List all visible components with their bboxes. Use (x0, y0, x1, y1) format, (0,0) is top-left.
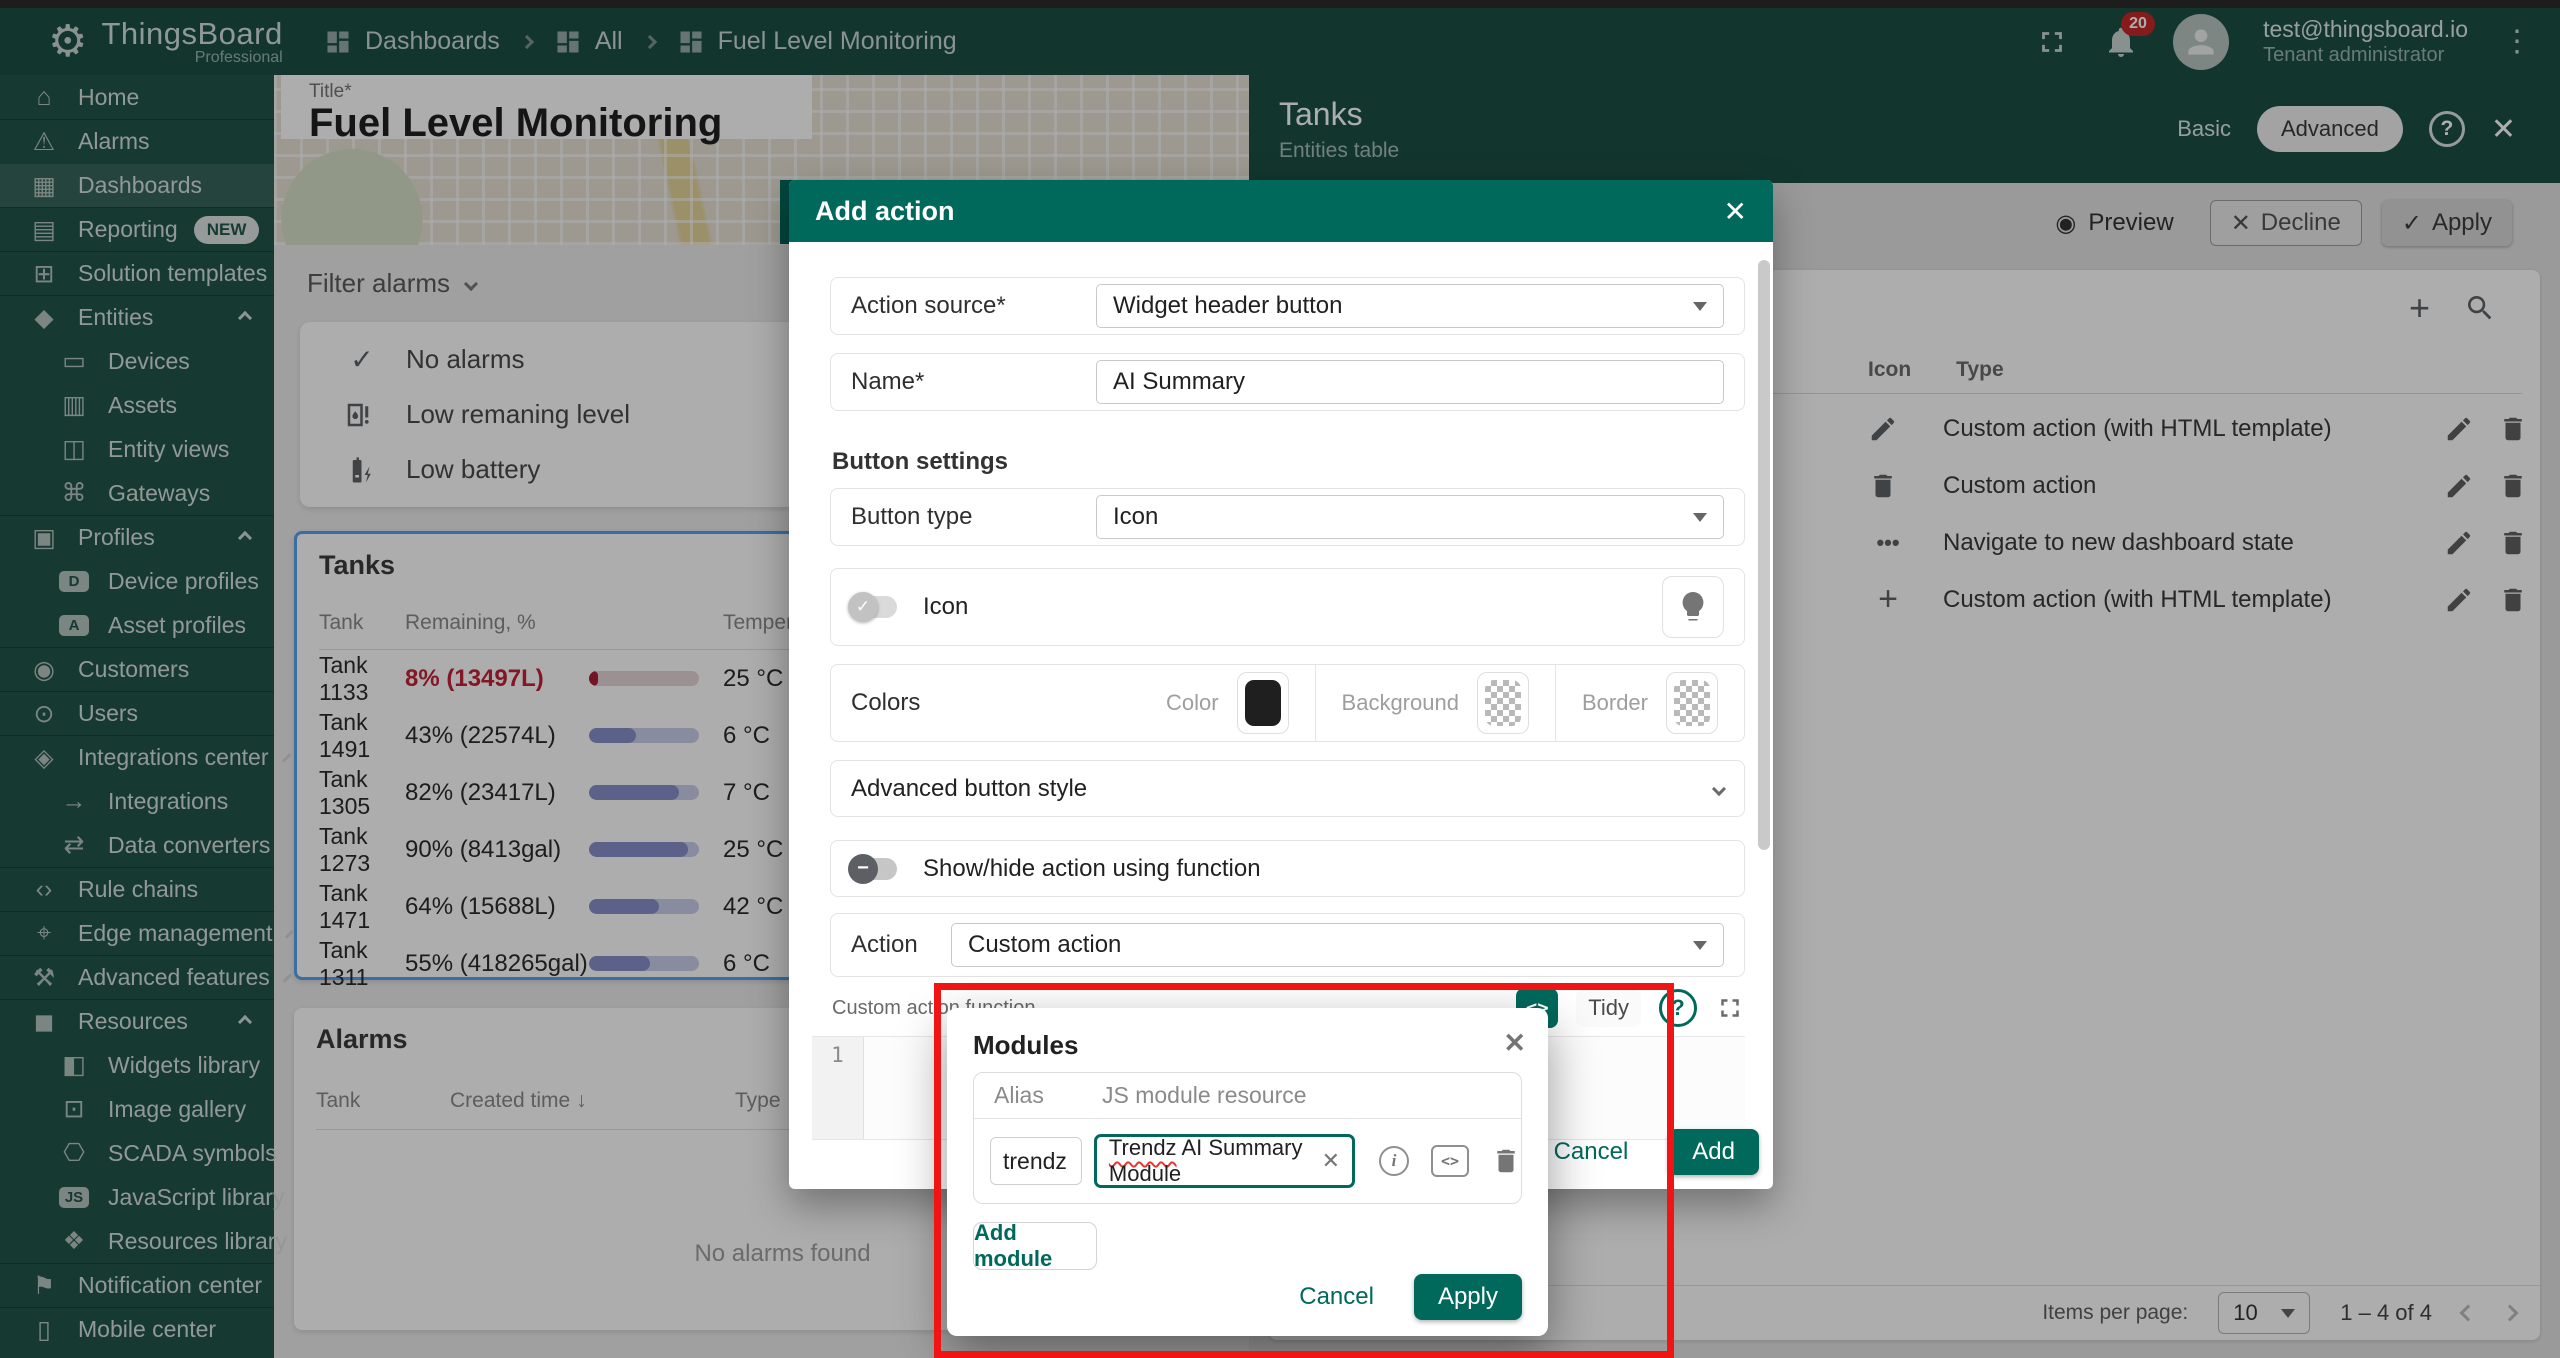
button-type-select[interactable]: Icon (1096, 495, 1724, 539)
dialog-title: Add action (815, 196, 955, 227)
colors-row: Colors Color Background Border (830, 664, 1745, 742)
close-icon[interactable]: ✕ (1724, 195, 1747, 228)
background-swatch-button[interactable] (1477, 672, 1529, 734)
dialog-header: Add action ✕ (789, 180, 1773, 242)
advanced-style-row[interactable]: Advanced button style (830, 760, 1745, 817)
color-swatch-button[interactable] (1237, 672, 1289, 734)
scrollbar[interactable] (1758, 260, 1770, 850)
icon-row: ✓ Icon (830, 568, 1745, 646)
name-row: Name* AI Summary (830, 353, 1745, 411)
chevron-down-icon (1712, 781, 1726, 795)
action-row: Action Custom action (830, 913, 1745, 977)
border-swatch-button[interactable] (1666, 672, 1718, 734)
annotation-highlight (934, 983, 1674, 1358)
border-group: Border (1555, 665, 1744, 741)
action-select[interactable]: Custom action (951, 923, 1724, 967)
color-group: Color (1140, 665, 1315, 741)
add-button[interactable]: Add (1668, 1129, 1759, 1175)
fullscreen-icon[interactable] (1715, 993, 1745, 1023)
icon-picker-button[interactable] (1662, 576, 1724, 638)
background-group: Background (1315, 665, 1555, 741)
name-input[interactable]: AI Summary (1096, 360, 1724, 404)
button-type-row: Button type Icon (830, 488, 1745, 546)
button-settings-heading: Button settings (832, 448, 1008, 476)
show-hide-toggle[interactable]: − (851, 858, 897, 880)
lightbulb-icon (1675, 589, 1711, 625)
chevron-down-icon (1693, 941, 1707, 950)
action-source-row: Action source* Widget header button (830, 277, 1745, 335)
line-number-gutter: 1 (812, 1037, 864, 1139)
icon-toggle[interactable]: ✓ (851, 596, 897, 618)
action-source-select[interactable]: Widget header button (1096, 284, 1724, 328)
show-hide-row: − Show/hide action using function (830, 840, 1745, 897)
chevron-down-icon (1693, 302, 1707, 311)
chevron-down-icon (1693, 513, 1707, 522)
